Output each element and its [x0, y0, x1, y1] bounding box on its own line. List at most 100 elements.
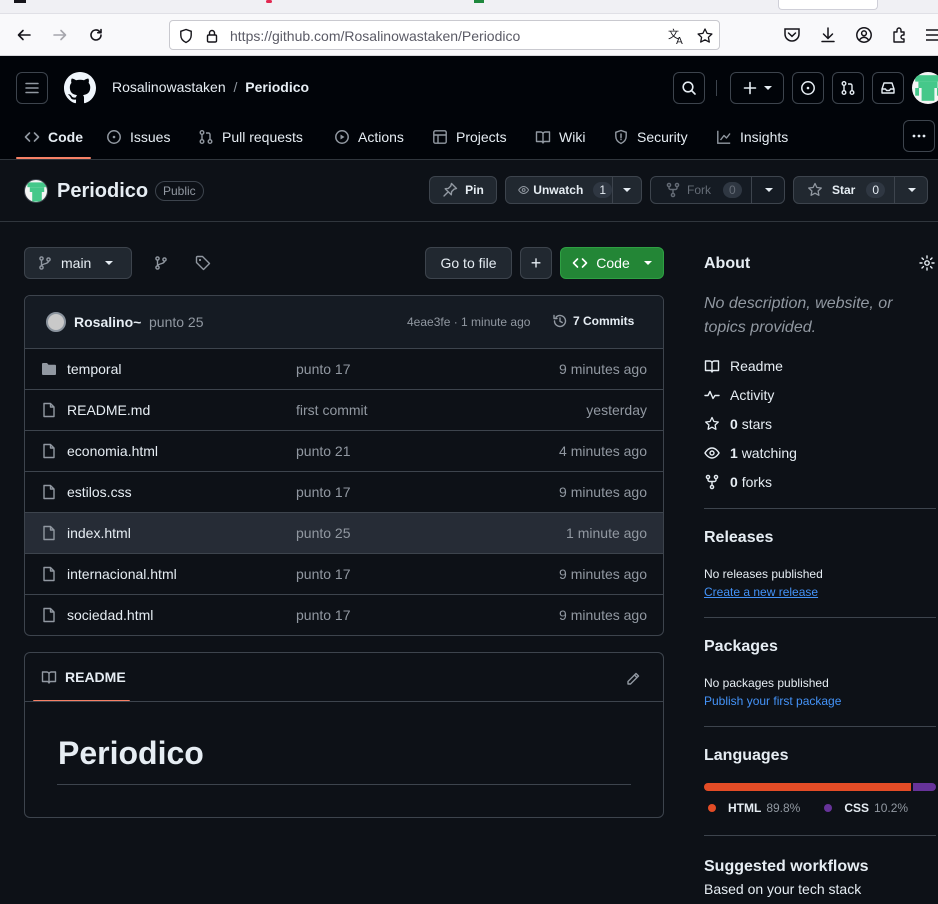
file-name[interactable]: index.html [67, 525, 131, 541]
table-icon [433, 130, 447, 144]
activity-link[interactable]: Activity [704, 385, 774, 405]
inbox-button[interactable] [872, 72, 904, 104]
file-name[interactable]: sociedad.html [67, 607, 153, 623]
lock-icon[interactable] [204, 28, 220, 44]
watch-label: Unwatch [533, 183, 584, 197]
readme-tab[interactable]: README [41, 669, 126, 685]
file-name[interactable]: estilos.css [67, 484, 132, 500]
file-name[interactable]: economia.html [67, 443, 158, 459]
publish-package-link[interactable]: Publish your first package [704, 694, 841, 708]
table-row[interactable]: internacional.html punto 17 9 minutes ag… [25, 554, 663, 595]
unwatch-button[interactable]: Unwatch 1 [506, 177, 613, 203]
go-to-file-button[interactable]: Go to file [425, 247, 512, 279]
edit-readme-button[interactable] [623, 669, 643, 689]
file-commit-message[interactable]: punto 17 [296, 566, 351, 582]
bookmark-star-icon[interactable] [696, 27, 714, 45]
owner-link[interactable]: Rosalinowastaken [112, 79, 226, 95]
commit-message[interactable]: punto 25 [149, 314, 204, 330]
watching-label: watching [741, 445, 797, 461]
menu-button[interactable] [16, 72, 48, 104]
more-tabs-button[interactable] [903, 120, 935, 152]
commit-author[interactable]: Rosalino~ [74, 314, 141, 330]
tab-projects[interactable]: Projects [432, 127, 507, 147]
star-button[interactable]: Star 0 [793, 176, 928, 204]
tab-code[interactable]: Code [24, 127, 83, 147]
watchers-link[interactable]: 1 watching [704, 443, 797, 463]
readme-link-label: Readme [730, 358, 783, 374]
forks-link[interactable]: 0 forks [704, 472, 772, 492]
fork-main-button[interactable]: Fork 0 [651, 177, 752, 203]
add-file-button[interactable]: + [520, 247, 552, 279]
tab-insights[interactable]: Insights [716, 127, 788, 147]
language-bar-css [912, 783, 936, 791]
branch-selector[interactable]: main [24, 247, 132, 279]
downloads-icon[interactable] [819, 26, 837, 44]
avatar[interactable] [912, 72, 938, 104]
browser-tab[interactable] [54, 0, 234, 4]
repo-title[interactable]: Periodico [57, 180, 148, 203]
table-row[interactable]: sociedad.html punto 17 9 minutes ago [25, 595, 663, 635]
firefox-view-icon[interactable] [14, 0, 26, 3]
tab-label: Pull requests [222, 129, 303, 145]
git-pull-request-icon [841, 81, 855, 95]
tab-issues[interactable]: Issues [106, 127, 170, 147]
file-name[interactable]: README.md [67, 402, 150, 418]
file-age: 1 minute ago [566, 525, 647, 541]
table-row[interactable]: economia.html punto 21 4 minutes ago [25, 431, 663, 472]
translate-icon[interactable]: 文A [668, 27, 686, 45]
account-icon[interactable] [855, 26, 873, 44]
language-name[interactable]: HTML [728, 801, 761, 815]
file-age: 9 minutes ago [559, 484, 647, 500]
tab-actions[interactable]: Actions [334, 127, 404, 147]
create-release-link[interactable]: Create a new release [704, 585, 818, 599]
table-row[interactable]: estilos.css punto 17 9 minutes ago [25, 472, 663, 513]
commit-sha-time[interactable]: 4eae3fe · 1 minute ago [407, 315, 530, 329]
pin-label: Pin [465, 183, 484, 197]
packages-title[interactable]: Packages [704, 638, 778, 656]
search-button[interactable] [673, 72, 705, 104]
language-name[interactable]: CSS [844, 801, 869, 815]
reload-button[interactable] [82, 21, 110, 49]
fork-button[interactable]: Fork 0 [650, 176, 785, 204]
repo-owner-avatar[interactable] [24, 179, 48, 203]
branches-button[interactable] [145, 247, 177, 279]
pin-button[interactable]: Pin [429, 176, 497, 204]
star-main-button[interactable]: Star 0 [794, 177, 895, 203]
table-row[interactable]: temporal punto 17 9 minutes ago [25, 349, 663, 390]
releases-title[interactable]: Releases [704, 529, 773, 547]
commits-link[interactable]: 7 Commits [552, 313, 634, 329]
file-name[interactable]: temporal [67, 361, 121, 377]
readme-link[interactable]: Readme [704, 356, 783, 376]
table-row-hovered[interactable]: index.html punto 25 1 minute ago [25, 513, 663, 554]
pull-requests-button[interactable] [832, 72, 864, 104]
extensions-icon[interactable] [891, 26, 909, 44]
file-name[interactable]: internacional.html [67, 566, 177, 582]
file-commit-message[interactable]: first commit [296, 402, 368, 418]
gear-icon[interactable] [919, 255, 935, 271]
repo-link[interactable]: Periodico [245, 79, 309, 95]
tab-wiki[interactable]: Wiki [535, 127, 585, 147]
back-button[interactable] [10, 21, 38, 49]
pocket-icon[interactable] [783, 27, 801, 43]
table-row[interactable]: README.md first commit yesterday [25, 390, 663, 431]
active-browser-tab[interactable] [778, 0, 878, 10]
file-commit-message[interactable]: punto 17 [296, 361, 351, 377]
shield-tracking-icon[interactable] [178, 28, 194, 44]
tags-button[interactable] [187, 247, 219, 279]
tab-pull-requests[interactable]: Pull requests [198, 127, 303, 147]
commit-author-avatar[interactable] [46, 312, 66, 332]
issues-button[interactable] [792, 72, 824, 104]
create-new-button[interactable] [730, 72, 784, 104]
address-bar[interactable]: https://github.com/Rosalinowastaken/Peri… [169, 20, 720, 50]
file-commit-message[interactable]: punto 21 [296, 443, 351, 459]
forward-button[interactable] [46, 21, 74, 49]
code-button[interactable]: Code [560, 247, 664, 279]
stars-link[interactable]: 0 stars [704, 414, 772, 434]
github-logo-icon[interactable] [64, 72, 96, 104]
app-menu-icon[interactable] [924, 26, 938, 44]
file-commit-message[interactable]: punto 25 [296, 525, 351, 541]
file-commit-message[interactable]: punto 17 [296, 484, 351, 500]
file-commit-message[interactable]: punto 17 [296, 607, 351, 623]
watch-button[interactable]: Unwatch 1 [505, 176, 642, 204]
tab-security[interactable]: Security [613, 127, 688, 147]
